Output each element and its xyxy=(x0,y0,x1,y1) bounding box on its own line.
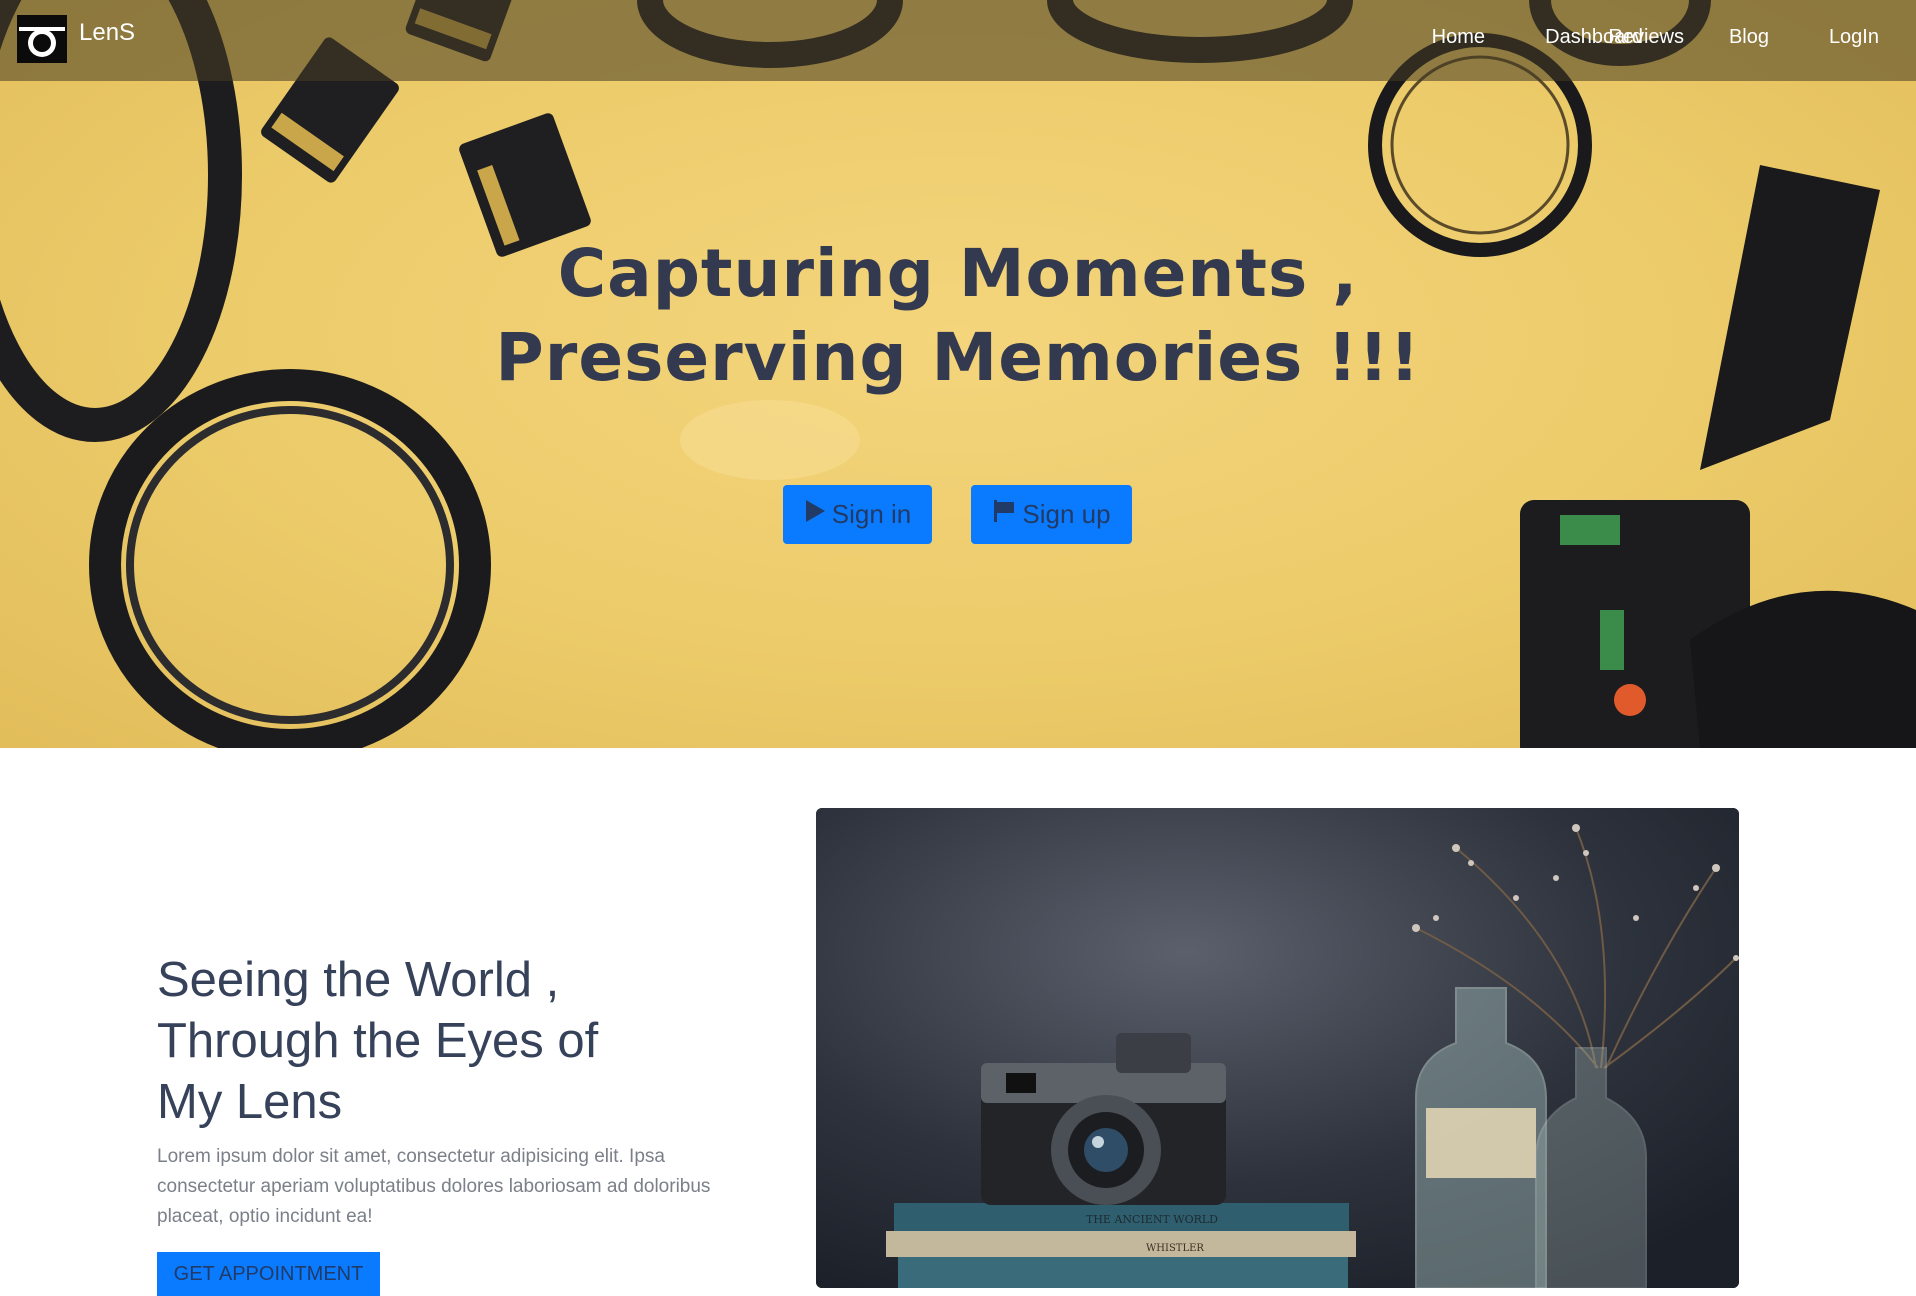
signup-button[interactable]: Sign up xyxy=(971,485,1132,544)
play-icon xyxy=(804,499,826,530)
book-title-2: WHISTLER xyxy=(1146,1243,1204,1254)
nav-home-link[interactable]: Home xyxy=(1432,26,1485,49)
hero-section: LenS Home Dashboard Reviews Blog LogIn C… xyxy=(0,0,1916,748)
feature-description: Lorem ipsum dolor sit amet, consectetur … xyxy=(157,1146,711,1227)
feature-heading-line-3: My Lens xyxy=(157,1075,343,1129)
nav-login-link[interactable]: LogIn xyxy=(1829,26,1879,49)
flag-icon xyxy=(992,499,1016,530)
signup-label: Sign up xyxy=(1022,499,1111,529)
feature-heading-line-1: Seeing the World , xyxy=(157,953,560,1007)
feature-heading-line-2: Through the Eyes of xyxy=(157,1014,599,1068)
camera-icon xyxy=(17,15,67,63)
feature-heading: Seeing the World , Through the Eyes of My … xyxy=(157,950,717,1133)
nav-reviews-link[interactable]: Reviews xyxy=(1608,26,1684,49)
navbar: LenS Home Dashboard Reviews Blog LogIn xyxy=(0,0,1916,81)
hero-title: Capturing Moments , Preserving Memories … xyxy=(495,235,1421,396)
book-title-1: THE ANCIENT WORLD xyxy=(1086,1213,1218,1226)
nav-blog-link[interactable]: Blog xyxy=(1729,26,1769,49)
brand[interactable]: LenS xyxy=(17,15,135,63)
signin-button[interactable]: Sign in xyxy=(783,485,932,544)
feature-photo: THE ANCIENT WORLD WHISTLER xyxy=(816,808,1739,1288)
get-appointment-button[interactable]: GET APPOINTMENT xyxy=(157,1252,380,1296)
brand-name: LenS xyxy=(79,19,136,46)
signin-label: Sign in xyxy=(831,499,912,529)
